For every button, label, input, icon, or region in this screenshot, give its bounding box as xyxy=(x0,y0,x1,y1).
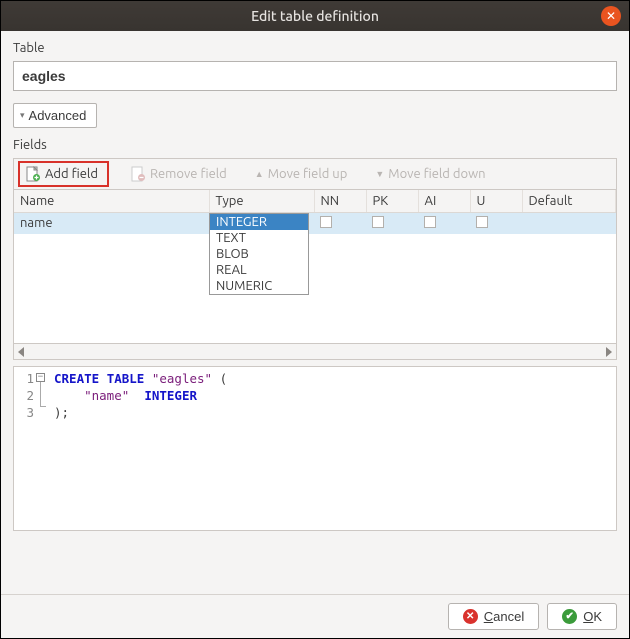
cell-type[interactable]: INTEGER TEXT BLOB REAL NUMERIC xyxy=(209,213,314,235)
kw-table: TABLE xyxy=(107,371,145,386)
col-ai[interactable]: AI xyxy=(418,190,470,213)
table-row[interactable]: name INTEGER TEXT BLOB REAL NUMERIC xyxy=(14,213,616,235)
u-checkbox[interactable] xyxy=(476,216,488,228)
document-add-icon xyxy=(25,166,41,182)
remove-field-label: Remove field xyxy=(150,167,227,181)
close-icon[interactable]: ✕ xyxy=(601,6,621,26)
fields-toolbar: Add field Remove field ▲ Move field up ▼… xyxy=(13,158,617,189)
type-select-dropdown[interactable]: INTEGER TEXT BLOB REAL NUMERIC xyxy=(209,213,309,295)
triangle-down-icon: ▼ xyxy=(375,169,384,179)
fold-gutter[interactable]: − xyxy=(36,367,50,530)
fields-label: Fields xyxy=(13,138,617,152)
ok-rest: K xyxy=(593,609,602,624)
col-nn[interactable]: NN xyxy=(314,190,366,213)
ok-button[interactable]: ✔ OK xyxy=(547,603,617,630)
sql-colname: "name" xyxy=(84,388,129,403)
cell-name[interactable]: name xyxy=(14,213,209,235)
remove-field-button[interactable]: Remove field xyxy=(125,163,232,185)
window-title: Edit table definition xyxy=(251,8,379,24)
move-up-label: Move field up xyxy=(268,167,348,181)
triangle-up-icon: ▲ xyxy=(255,169,264,179)
sql-paren-close: ); xyxy=(54,405,69,420)
move-field-down-button[interactable]: ▼ Move field down xyxy=(370,164,490,184)
fields-table: Name Type NN PK AI U Default name xyxy=(14,190,616,234)
horizontal-scrollbar[interactable] xyxy=(13,344,617,360)
dialog-content: Table ▾ Advanced Fields Add field Remove… xyxy=(1,31,629,594)
col-pk[interactable]: PK xyxy=(366,190,418,213)
type-option-blob[interactable]: BLOB xyxy=(210,246,308,262)
move-down-label: Move field down xyxy=(388,167,485,181)
ok-mnemonic: O xyxy=(583,609,593,624)
sql-paren-open: ( xyxy=(212,371,227,386)
pk-checkbox[interactable] xyxy=(372,216,384,228)
cell-default[interactable] xyxy=(522,213,616,235)
cancel-mnemonic: C xyxy=(484,609,493,624)
col-name[interactable]: Name xyxy=(14,190,209,213)
add-field-button[interactable]: Add field xyxy=(20,163,107,185)
ok-icon: ✔ xyxy=(562,609,577,624)
cell-ai[interactable] xyxy=(418,213,470,235)
cell-nn[interactable] xyxy=(314,213,366,235)
cell-pk[interactable] xyxy=(366,213,418,235)
col-type[interactable]: Type xyxy=(209,190,314,213)
kw-create: CREATE xyxy=(54,371,99,386)
cancel-rest: ancel xyxy=(493,609,524,624)
sql-code: CREATE TABLE "eagles" ( "name" INTEGER )… xyxy=(50,367,233,530)
table-name-input[interactable] xyxy=(13,61,617,91)
type-option-numeric[interactable]: NUMERIC xyxy=(210,278,308,294)
col-u[interactable]: U xyxy=(470,190,522,213)
type-option-integer[interactable]: INTEGER xyxy=(210,214,308,230)
dialog-footer: ✕ Cancel ✔ OK xyxy=(1,594,629,638)
fields-section: Fields Add field Remove field ▲ Move fie… xyxy=(13,138,617,586)
sql-preview[interactable]: 123 − CREATE TABLE "eagles" ( "name" INT… xyxy=(13,366,617,531)
table-label: Table xyxy=(13,41,617,55)
col-default[interactable]: Default xyxy=(522,190,616,213)
document-remove-icon xyxy=(130,166,146,182)
advanced-label: Advanced xyxy=(29,108,87,123)
move-field-up-button[interactable]: ▲ Move field up xyxy=(250,164,353,184)
type-option-text[interactable]: TEXT xyxy=(210,230,308,246)
add-field-label: Add field xyxy=(45,167,98,181)
ai-checkbox[interactable] xyxy=(424,216,436,228)
table-header-row: Name Type NN PK AI U Default xyxy=(14,190,616,213)
chevron-down-icon: ▾ xyxy=(20,110,25,121)
cancel-icon: ✕ xyxy=(463,609,478,624)
titlebar: Edit table definition ✕ xyxy=(1,1,629,31)
fields-table-wrap: Name Type NN PK AI U Default name xyxy=(13,189,617,344)
cell-u[interactable] xyxy=(470,213,522,235)
cancel-button[interactable]: ✕ Cancel xyxy=(448,603,539,630)
sql-tablename: "eagles" xyxy=(152,371,212,386)
sql-coltype: INTEGER xyxy=(144,388,197,403)
type-option-real[interactable]: REAL xyxy=(210,262,308,278)
nn-checkbox[interactable] xyxy=(320,216,332,228)
line-gutter: 123 xyxy=(14,367,36,530)
fold-minus-icon[interactable]: − xyxy=(36,373,45,382)
advanced-button[interactable]: ▾ Advanced xyxy=(13,103,97,128)
